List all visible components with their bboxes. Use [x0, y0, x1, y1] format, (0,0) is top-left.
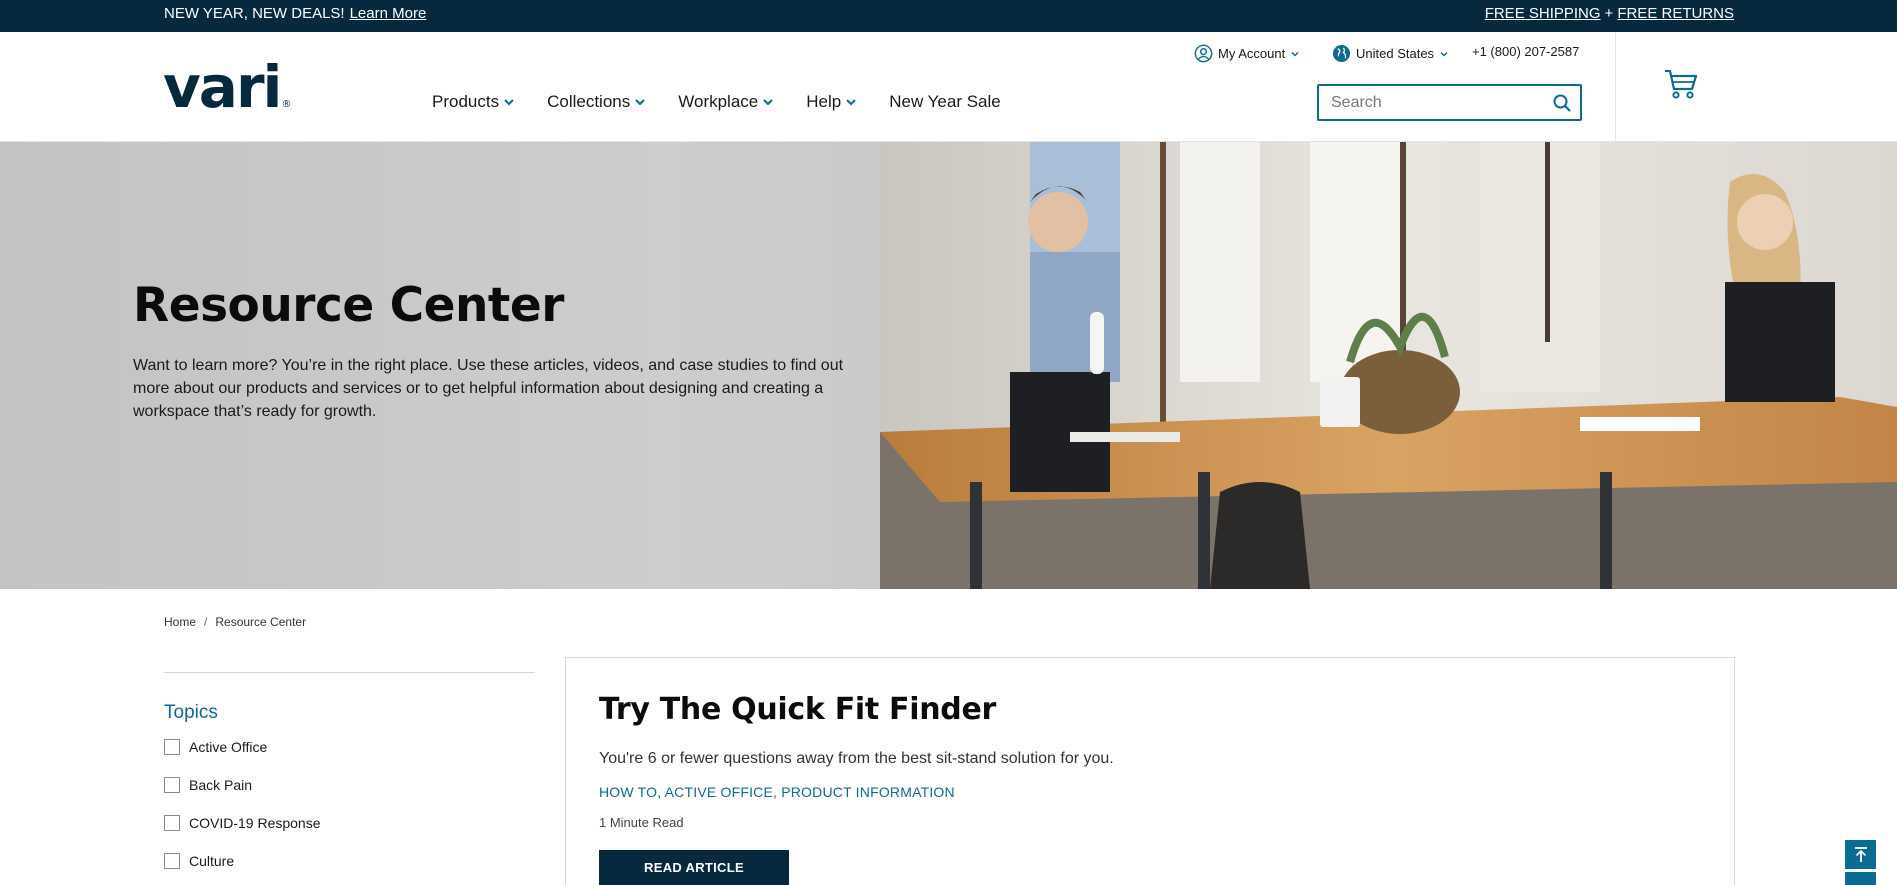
- nav-label: Workplace: [678, 92, 759, 111]
- checkbox[interactable]: [164, 853, 180, 869]
- nav-help[interactable]: Help: [806, 92, 857, 112]
- article-card: Try The Quick Fit Finder You're 6 or few…: [565, 657, 1735, 885]
- main-nav: Products Collections Workplace Help New …: [432, 92, 1001, 112]
- country-selector[interactable]: United States: [1332, 44, 1449, 63]
- topic-filter-active-office[interactable]: Active Office: [164, 739, 267, 755]
- topic-label: Back Pain: [189, 777, 253, 793]
- topic-label: Active Office: [189, 739, 268, 755]
- help-chat-button[interactable]: [1845, 872, 1876, 885]
- registered-mark: ®: [281, 99, 292, 110]
- topic-filter-covid-19-response[interactable]: COVID-19 Response: [164, 815, 321, 831]
- nav-workplace[interactable]: Workplace: [678, 92, 774, 112]
- phone-link[interactable]: +1 (800) 207-2587: [1472, 44, 1579, 59]
- search-box: [1317, 84, 1582, 121]
- article-title[interactable]: Try The Quick Fit Finder: [599, 692, 996, 727]
- promo-right: FREE SHIPPING + FREE RETURNS: [1485, 5, 1734, 22]
- topic-filter-culture[interactable]: Culture: [164, 853, 234, 869]
- free-shipping-link[interactable]: FREE SHIPPING: [1485, 5, 1601, 22]
- nav-collections[interactable]: Collections: [547, 92, 646, 112]
- chevron-down-icon: [846, 99, 856, 106]
- topic-filter-back-pain[interactable]: Back Pain: [164, 777, 252, 793]
- nav-products[interactable]: Products: [432, 92, 515, 112]
- nav-label: Products: [432, 92, 500, 111]
- globe-icon: [1332, 44, 1351, 63]
- nav-new-year-sale[interactable]: New Year Sale: [889, 92, 1001, 112]
- page-title: Resource Center: [133, 278, 564, 333]
- search-input[interactable]: [1331, 93, 1546, 112]
- vari-logo[interactable]: vari®: [163, 58, 291, 116]
- account-label: My Account: [1218, 46, 1286, 61]
- checkbox[interactable]: [164, 739, 180, 755]
- promo-text: NEW YEAR, NEW DEALS!: [164, 5, 345, 22]
- breadcrumb-current: Resource Center: [215, 615, 307, 629]
- nav-label: Collections: [547, 92, 631, 111]
- phone-number: +1 (800) 207-2587: [1472, 44, 1580, 59]
- sidebar-divider: [164, 672, 535, 673]
- search-icon[interactable]: [1552, 93, 1572, 113]
- breadcrumb-separator: /: [204, 615, 208, 629]
- checkbox[interactable]: [164, 777, 180, 793]
- chevron-down-icon: [1440, 51, 1448, 57]
- country-label: United States: [1356, 46, 1435, 61]
- topic-label: COVID-19 Response: [189, 815, 321, 831]
- learn-more-link[interactable]: Learn More: [350, 5, 427, 22]
- hero-description: Want to learn more? You’re in the right …: [133, 357, 844, 420]
- chevron-down-icon: [635, 99, 645, 106]
- topic-label: Culture: [189, 853, 235, 869]
- hero-banner: Resource Center Want to learn more? You’…: [0, 142, 1897, 589]
- promo-plus: +: [1604, 5, 1614, 22]
- article-description: You're 6 or fewer questions away from th…: [599, 750, 1114, 767]
- read-article-button[interactable]: READ ARTICLE: [599, 850, 789, 885]
- breadcrumb-home[interactable]: Home: [164, 615, 196, 629]
- topics-heading: Topics: [164, 702, 218, 723]
- arrow-up-icon: [1854, 846, 1867, 862]
- free-returns-link[interactable]: FREE RETURNS: [1617, 5, 1734, 22]
- promo-left: NEW YEAR, NEW DEALS! Learn More: [164, 5, 426, 22]
- checkbox[interactable]: [164, 815, 180, 831]
- chevron-down-icon: [763, 99, 773, 106]
- breadcrumb: Home / Resource Center: [164, 615, 306, 629]
- chevron-down-icon: [504, 99, 514, 106]
- user-icon: [1194, 44, 1213, 63]
- site-header: vari® My Account United States +1 (800) …: [0, 32, 1897, 142]
- nav-label: Help: [806, 92, 842, 111]
- chevron-down-icon: [1291, 51, 1299, 57]
- my-account-link[interactable]: My Account: [1194, 44, 1300, 63]
- scroll-to-top-button[interactable]: [1845, 840, 1876, 869]
- nav-label: New Year Sale: [889, 92, 1001, 111]
- office-photo: [880, 142, 1897, 589]
- article-read-time: 1 Minute Read: [599, 815, 684, 830]
- promo-bar: NEW YEAR, NEW DEALS! Learn More FREE SHI…: [0, 0, 1897, 32]
- article-tags[interactable]: HOW TO, ACTIVE OFFICE, PRODUCT INFORMATI…: [599, 784, 955, 800]
- header-divider: [1615, 32, 1616, 142]
- cart-icon[interactable]: [1664, 68, 1698, 100]
